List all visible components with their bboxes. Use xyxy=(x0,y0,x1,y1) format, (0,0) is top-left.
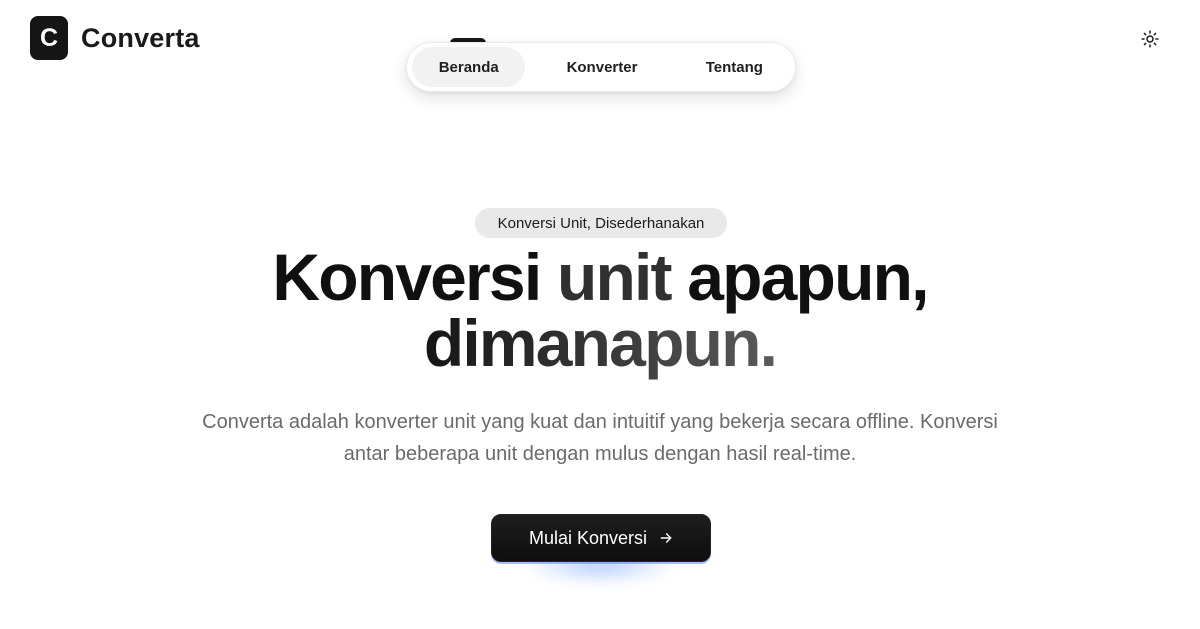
hero-title: Konversi unit apapun, dimanapun. xyxy=(150,244,1050,376)
hero-description: Converta adalah konverter unit yang kuat… xyxy=(202,411,998,465)
nav-item-beranda[interactable]: Beranda xyxy=(412,47,526,87)
nav-item-tentang[interactable]: Tentang xyxy=(679,47,790,87)
start-conversion-button[interactable]: Mulai Konversi xyxy=(491,514,711,562)
sun-icon xyxy=(1141,30,1159,48)
hero-title-word: Konversi xyxy=(272,240,542,314)
main-nav: Beranda Konverter Tentang xyxy=(406,42,796,92)
hero-title-word: unit xyxy=(556,240,673,314)
cta-label: Mulai Konversi xyxy=(528,527,648,548)
logo-mark[interactable]: C xyxy=(30,16,68,60)
theme-toggle-button[interactable] xyxy=(1138,28,1162,50)
brand-name[interactable]: Converta xyxy=(81,23,200,54)
hero-title-line-2: dimanapun. xyxy=(150,310,1050,376)
hero-title-word: dimanapun. xyxy=(423,306,778,380)
nav-item-konverter[interactable]: Konverter xyxy=(525,47,678,87)
brand[interactable]: C Converta xyxy=(30,16,200,60)
hero-title-word: apapun, xyxy=(687,240,929,314)
hero-badge: Konversi Unit, Disederhanakan xyxy=(475,208,727,238)
arrow-right-icon xyxy=(660,533,672,543)
landing-page: C Converta Beranda Konverter Tentang Kon… xyxy=(0,0,1200,629)
hero-title-line-1: Konversi unit apapun, xyxy=(150,244,1050,310)
